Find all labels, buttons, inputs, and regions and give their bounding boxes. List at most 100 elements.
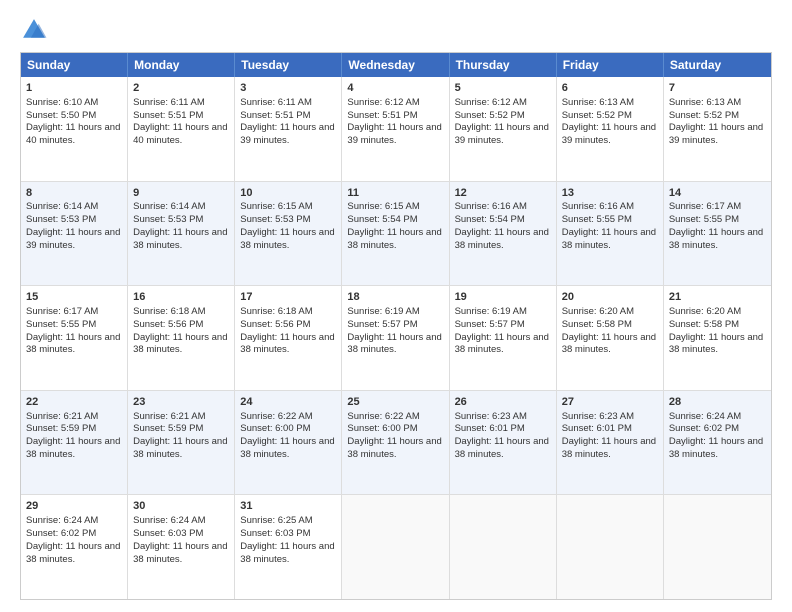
- day-cell-7: 7Sunrise: 6:13 AMSunset: 5:52 PMDaylight…: [664, 77, 771, 181]
- daylight: Daylight: 11 hours and 39 minutes.: [669, 122, 763, 146]
- day-number: 29: [26, 499, 122, 514]
- day-number: 9: [133, 186, 229, 201]
- day-cell-21: 21Sunrise: 6:20 AMSunset: 5:58 PMDayligh…: [664, 286, 771, 390]
- daylight: Daylight: 11 hours and 38 minutes.: [455, 227, 549, 251]
- daylight: Daylight: 11 hours and 38 minutes.: [347, 436, 441, 460]
- daylight: Daylight: 11 hours and 38 minutes.: [562, 332, 656, 356]
- sunrise: Sunrise: 6:12 AM: [347, 97, 419, 108]
- day-number: 30: [133, 499, 229, 514]
- day-cell-2: 2Sunrise: 6:11 AMSunset: 5:51 PMDaylight…: [128, 77, 235, 181]
- daylight: Daylight: 11 hours and 38 minutes.: [240, 227, 334, 251]
- day-cell-8: 8Sunrise: 6:14 AMSunset: 5:53 PMDaylight…: [21, 182, 128, 286]
- sunrise: Sunrise: 6:13 AM: [669, 97, 741, 108]
- logo: [20, 16, 52, 44]
- calendar-body: 1Sunrise: 6:10 AMSunset: 5:50 PMDaylight…: [21, 77, 771, 599]
- day-number: 12: [455, 186, 551, 201]
- day-number: 10: [240, 186, 336, 201]
- day-number: 3: [240, 81, 336, 96]
- sunrise: Sunrise: 6:19 AM: [347, 306, 419, 317]
- sunset: Sunset: 5:51 PM: [347, 110, 417, 121]
- day-number: 7: [669, 81, 766, 96]
- day-cell-5: 5Sunrise: 6:12 AMSunset: 5:52 PMDaylight…: [450, 77, 557, 181]
- daylight: Daylight: 11 hours and 38 minutes.: [455, 436, 549, 460]
- sunrise: Sunrise: 6:24 AM: [26, 515, 98, 526]
- daylight: Daylight: 11 hours and 38 minutes.: [133, 332, 227, 356]
- sunset: Sunset: 5:51 PM: [240, 110, 310, 121]
- day-number: 22: [26, 395, 122, 410]
- sunrise: Sunrise: 6:19 AM: [455, 306, 527, 317]
- sunrise: Sunrise: 6:23 AM: [562, 411, 634, 422]
- day-number: 31: [240, 499, 336, 514]
- sunrise: Sunrise: 6:16 AM: [455, 201, 527, 212]
- day-header-monday: Monday: [128, 53, 235, 77]
- sunset: Sunset: 5:56 PM: [240, 319, 310, 330]
- sunset: Sunset: 6:00 PM: [240, 423, 310, 434]
- daylight: Daylight: 11 hours and 38 minutes.: [669, 227, 763, 251]
- day-cell-12: 12Sunrise: 6:16 AM Sunset: 5:54 PM Dayligh…: [450, 182, 557, 286]
- daylight: Daylight: 11 hours and 38 minutes.: [240, 541, 334, 565]
- sunset: Sunset: 5:54 PM: [455, 214, 525, 225]
- sunrise: Sunrise: 6:16 AM: [562, 201, 634, 212]
- day-number: 20: [562, 290, 658, 305]
- day-cell-14: 14Sunrise: 6:17 AM Sunset: 5:55 PM Dayligh…: [664, 182, 771, 286]
- day-number: 27: [562, 395, 658, 410]
- day-cell-17: 17Sunrise: 6:18 AMSunset: 5:56 PMDayligh…: [235, 286, 342, 390]
- day-cell-11: 11Sunrise: 6:15 AMSunset: 5:54 PMDayligh…: [342, 182, 449, 286]
- sunset: Sunset: 5:55 PM: [669, 214, 739, 225]
- day-header-saturday: Saturday: [664, 53, 771, 77]
- sunset: Sunset: 6:00 PM: [347, 423, 417, 434]
- sunset: Sunset: 5:52 PM: [455, 110, 525, 121]
- sunset: Sunset: 6:01 PM: [455, 423, 525, 434]
- daylight: Daylight: 11 hours and 38 minutes.: [26, 436, 120, 460]
- sunset: Sunset: 6:02 PM: [26, 528, 96, 539]
- day-cell-25: 25Sunrise: 6:22 AMSunset: 6:00 PM Dayligh…: [342, 391, 449, 495]
- sunset: Sunset: 5:59 PM: [26, 423, 96, 434]
- daylight: Daylight: 11 hours and 39 minutes.: [240, 122, 334, 146]
- sunset: Sunset: 5:59 PM: [133, 423, 203, 434]
- sunset: Sunset: 5:57 PM: [347, 319, 417, 330]
- sunset: Sunset: 5:55 PM: [562, 214, 632, 225]
- daylight: Daylight: 11 hours and 39 minutes.: [562, 122, 656, 146]
- daylight: Daylight: 11 hours and 39 minutes.: [26, 227, 120, 251]
- sunrise: Sunrise: 6:22 AM: [347, 411, 419, 422]
- sunrise: Sunrise: 6:17 AM: [669, 201, 741, 212]
- sunset: Sunset: 5:57 PM: [455, 319, 525, 330]
- day-number: 4: [347, 81, 443, 96]
- daylight: Daylight: 11 hours and 38 minutes.: [26, 332, 120, 356]
- day-cell-16: 16Sunrise: 6:18 AMSunset: 5:56 PMDayligh…: [128, 286, 235, 390]
- daylight: Daylight: 11 hours and 39 minutes.: [455, 122, 549, 146]
- day-cell-13: 13Sunrise: 6:16 AMSunset: 5:55 PMDayligh…: [557, 182, 664, 286]
- sunrise: Sunrise: 6:11 AM: [133, 97, 205, 108]
- sunset: Sunset: 5:58 PM: [562, 319, 632, 330]
- day-number: 24: [240, 395, 336, 410]
- sunset: Sunset: 6:01 PM: [562, 423, 632, 434]
- day-cell-3: 3Sunrise: 6:11 AMSunset: 5:51 PMDaylight…: [235, 77, 342, 181]
- calendar-row-1: 1Sunrise: 6:10 AMSunset: 5:50 PMDaylight…: [21, 77, 771, 181]
- day-number: 25: [347, 395, 443, 410]
- day-header-tuesday: Tuesday: [235, 53, 342, 77]
- sunrise: Sunrise: 6:20 AM: [562, 306, 634, 317]
- sunset: Sunset: 6:03 PM: [240, 528, 310, 539]
- day-number: 26: [455, 395, 551, 410]
- day-number: 28: [669, 395, 766, 410]
- day-number: 14: [669, 186, 766, 201]
- daylight: Daylight: 11 hours and 38 minutes.: [240, 332, 334, 356]
- daylight: Daylight: 11 hours and 38 minutes.: [133, 227, 227, 251]
- day-cell-27: 27Sunrise: 6:23 AMSunset: 6:01 PM Dayligh…: [557, 391, 664, 495]
- day-number: 17: [240, 290, 336, 305]
- sunrise: Sunrise: 6:23 AM: [455, 411, 527, 422]
- daylight: Daylight: 11 hours and 40 minutes.: [133, 122, 227, 146]
- empty-cell: [450, 495, 557, 599]
- sunrise: Sunrise: 6:24 AM: [669, 411, 741, 422]
- day-cell-30: 30Sunrise: 6:24 AMSunset: 6:03 PMDayligh…: [128, 495, 235, 599]
- daylight: Daylight: 11 hours and 38 minutes.: [562, 436, 656, 460]
- calendar-row-5: 29Sunrise: 6:24 AM Sunset: 6:02 PM Dayligh…: [21, 494, 771, 599]
- sunset: Sunset: 5:50 PM: [26, 110, 96, 121]
- daylight: Daylight: 11 hours and 38 minutes.: [133, 541, 227, 565]
- calendar-row-2: 8Sunrise: 6:14 AMSunset: 5:53 PMDaylight…: [21, 181, 771, 286]
- day-number: 1: [26, 81, 122, 96]
- day-cell-6: 6Sunrise: 6:13 AMSunset: 5:52 PMDaylight…: [557, 77, 664, 181]
- calendar-row-3: 15Sunrise: 6:17 AMSunset: 5:55 PMDayligh…: [21, 285, 771, 390]
- day-cell-19: 19Sunrise: 6:19 AMSunset: 5:57 PMDayligh…: [450, 286, 557, 390]
- sunrise: Sunrise: 6:15 AM: [240, 201, 312, 212]
